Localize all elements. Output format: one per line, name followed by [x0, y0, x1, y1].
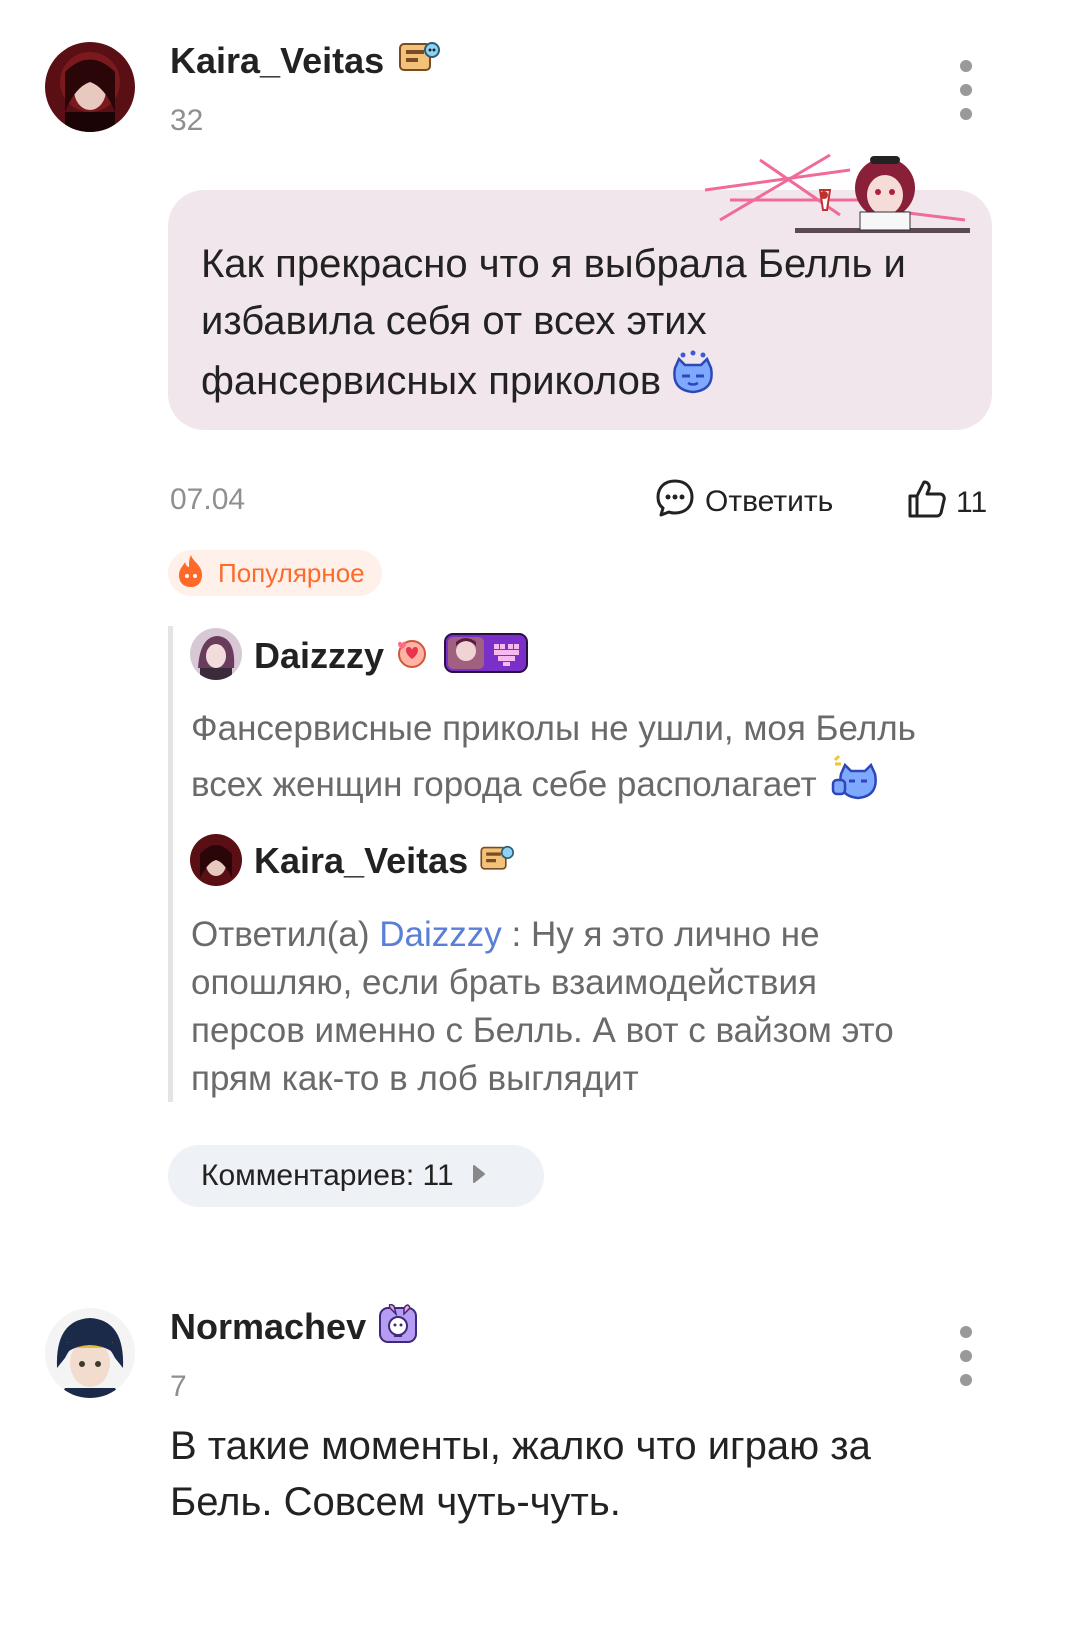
avatar[interactable] — [45, 42, 135, 132]
reply-text: Фансервисные приколы не ушли, моя Белль … — [191, 704, 1051, 816]
user-level: 7 — [170, 1370, 187, 1403]
more-options-icon[interactable] — [946, 60, 986, 120]
like-count: 11 — [956, 486, 988, 519]
blue-cat-thumbsup-emoji-icon — [831, 754, 881, 816]
like-button[interactable]: 11 — [906, 478, 987, 528]
hearts-badge-icon — [394, 636, 430, 675]
avatar[interactable] — [45, 1308, 135, 1398]
badge-icon — [396, 38, 441, 83]
popular-badge: Популярное — [168, 550, 382, 596]
blue-cat-emoji-icon — [669, 350, 717, 412]
comment-date: 07.04 — [170, 483, 246, 516]
reply-username[interactable]: Daizzzy — [254, 635, 384, 677]
more-options-icon[interactable] — [946, 1326, 986, 1386]
reply-thread-bar — [168, 626, 173, 1102]
reply-label: Ответить — [705, 485, 834, 518]
mention-link[interactable]: Daizzzy — [379, 915, 502, 954]
comment-text: В такие моменты, жалко что играю за Бель… — [170, 1424, 871, 1524]
reply-avatar[interactable] — [190, 628, 242, 680]
username[interactable]: Normachev — [170, 1306, 366, 1348]
fire-icon — [174, 553, 208, 594]
reply-button[interactable]: Ответить — [655, 478, 833, 526]
user-level: 32 — [170, 104, 204, 137]
badge-icon — [478, 842, 515, 881]
username[interactable]: Kaira_Veitas — [170, 40, 384, 82]
character-sticker-icon — [700, 150, 975, 235]
reply-username[interactable]: Kaira_Veitas — [254, 840, 468, 882]
play-arrow-icon — [472, 1164, 486, 1189]
thumbs-up-icon — [906, 478, 948, 528]
popular-badge-label: Популярное — [218, 557, 365, 588]
comment-text: Как прекрасно что я выбрала Белль и изба… — [201, 236, 981, 412]
comment-bubble-icon — [655, 478, 695, 526]
reply-avatar[interactable] — [190, 834, 242, 886]
more-comments-button[interactable]: Комментариев: 11 — [168, 1145, 544, 1207]
bunny-badge-icon — [378, 1303, 420, 1349]
reply-text: Ответил(а) Daizzzy : Ну я это лично не о… — [191, 915, 894, 1098]
profile-banner-icon — [444, 632, 530, 679]
more-comments-label: Комментариев: 11 — [201, 1159, 454, 1192]
